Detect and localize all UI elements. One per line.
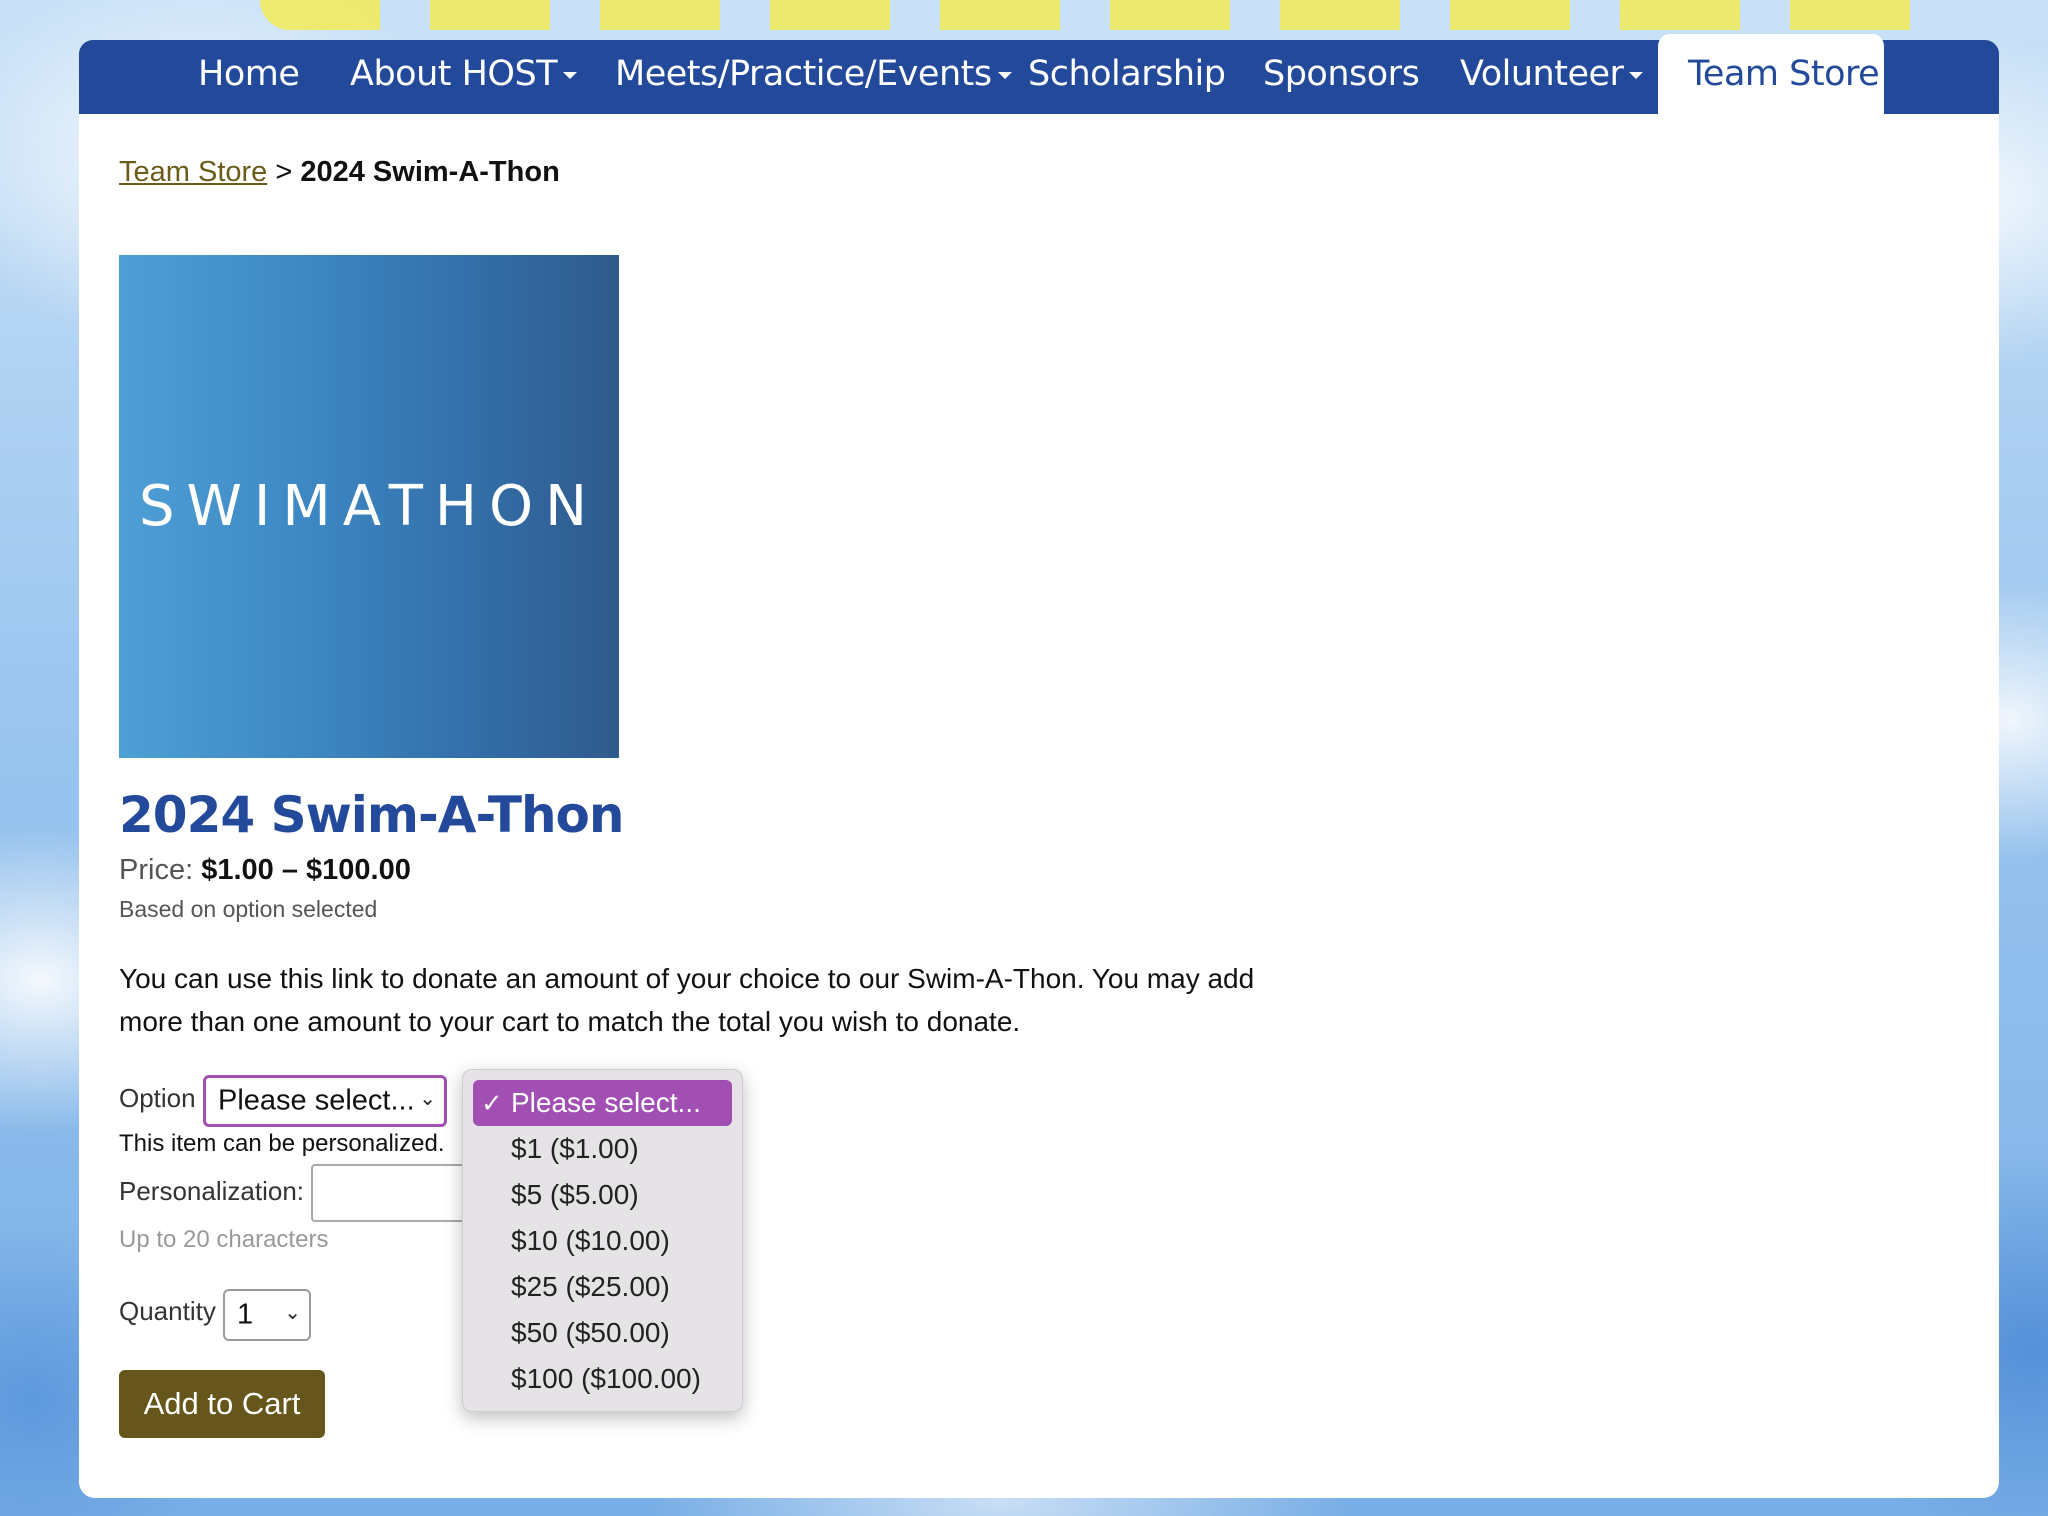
breadcrumb-link-team-store[interactable]: Team Store bbox=[119, 156, 267, 188]
dropdown-option-label: $5 ($5.00) bbox=[511, 1179, 639, 1210]
site-logo-banner bbox=[260, 0, 1960, 30]
nav-item-sponsors[interactable]: Sponsors bbox=[1263, 40, 1420, 114]
nav-item-team-store[interactable]: Team Store bbox=[1658, 34, 1884, 114]
dropdown-option-label: $50 ($50.00) bbox=[511, 1317, 670, 1348]
dropdown-option[interactable]: $10 ($10.00) bbox=[473, 1218, 732, 1264]
dropdown-option-label: Please select... bbox=[511, 1087, 701, 1118]
product-title: 2024 Swim-A-Thon bbox=[119, 786, 625, 844]
dropdown-option[interactable]: $100 ($100.00) bbox=[473, 1356, 732, 1402]
dropdown-option-label: $25 ($25.00) bbox=[511, 1271, 670, 1302]
main-nav: Home About HOST Meets/Practice/Events Sc… bbox=[79, 34, 1999, 114]
breadcrumb-current: 2024 Swim-A-Thon bbox=[300, 156, 560, 188]
add-to-cart-button[interactable]: Add to Cart bbox=[119, 1370, 325, 1438]
price-note: Based on option selected bbox=[119, 896, 378, 922]
nav-item-meets-practice-events[interactable]: Meets/Practice/Events bbox=[615, 40, 1012, 114]
option-select[interactable]: Please select... ⌄ bbox=[203, 1075, 447, 1127]
dropdown-option[interactable]: ✓ Please select... bbox=[473, 1080, 732, 1126]
nav-item-label: Home bbox=[198, 54, 300, 94]
nav-item-volunteer[interactable]: Volunteer bbox=[1460, 40, 1644, 114]
dropdown-option-label: $10 ($10.00) bbox=[511, 1225, 670, 1256]
dropdown-option-label: $100 ($100.00) bbox=[511, 1363, 701, 1394]
personalization-input[interactable] bbox=[311, 1164, 471, 1222]
price-row: Price: $1.00 – $100.00 bbox=[119, 854, 411, 887]
personalization-note: This item can be personalized. bbox=[119, 1130, 445, 1157]
chevron-down-icon: ⌄ bbox=[284, 1302, 301, 1324]
chevron-down-icon bbox=[563, 71, 578, 79]
quantity-label: Quantity bbox=[119, 1296, 216, 1326]
nav-item-home[interactable]: Home bbox=[198, 40, 300, 114]
dropdown-option[interactable]: $50 ($50.00) bbox=[473, 1310, 732, 1356]
price-range: $1.00 – $100.00 bbox=[201, 854, 411, 886]
product-image: SWIMATHON bbox=[119, 255, 619, 758]
chevron-down-icon: ⌄ bbox=[419, 1088, 436, 1110]
nav-item-scholarship[interactable]: Scholarship bbox=[1028, 40, 1226, 114]
content-panel: Team Store > 2024 Swim-A-Thon SWIMATHON … bbox=[79, 114, 1999, 1498]
quantity-select-value: 1 bbox=[237, 1298, 254, 1331]
personalization-label: Personalization: bbox=[119, 1176, 304, 1206]
nav-item-label: Volunteer bbox=[1460, 54, 1624, 94]
char-limit-note: Up to 20 characters bbox=[119, 1226, 329, 1253]
breadcrumb-separator: > bbox=[275, 156, 293, 188]
breadcrumb: Team Store > 2024 Swim-A-Thon bbox=[119, 156, 560, 189]
nav-item-label: Meets/Practice/Events bbox=[615, 54, 992, 94]
product-description: You can use this link to donate an amoun… bbox=[119, 963, 1255, 1037]
option-label: Option bbox=[119, 1083, 196, 1113]
quantity-select[interactable]: 1 ⌄ bbox=[223, 1289, 311, 1341]
nav-item-label: Sponsors bbox=[1263, 54, 1420, 94]
product-image-text: SWIMATHON bbox=[139, 474, 599, 539]
chevron-down-icon bbox=[997, 71, 1012, 79]
chevron-down-icon bbox=[1629, 71, 1644, 79]
price-label: Price: bbox=[119, 854, 194, 886]
option-dropdown-menu: ✓ Please select... $1 ($1.00) $5 ($5.00)… bbox=[462, 1069, 743, 1412]
dropdown-option[interactable]: $5 ($5.00) bbox=[473, 1172, 732, 1218]
dropdown-option[interactable]: $25 ($25.00) bbox=[473, 1264, 732, 1310]
option-select-value: Please select... bbox=[218, 1084, 415, 1117]
dropdown-option[interactable]: $1 ($1.00) bbox=[473, 1126, 732, 1172]
dropdown-option-label: $1 ($1.00) bbox=[511, 1133, 639, 1164]
nav-item-label: Team Store bbox=[1688, 54, 1880, 94]
nav-item-about-host[interactable]: About HOST bbox=[350, 40, 578, 114]
nav-item-label: Scholarship bbox=[1028, 54, 1226, 94]
nav-item-label: About HOST bbox=[350, 54, 558, 94]
checkmark-icon: ✓ bbox=[481, 1088, 503, 1118]
